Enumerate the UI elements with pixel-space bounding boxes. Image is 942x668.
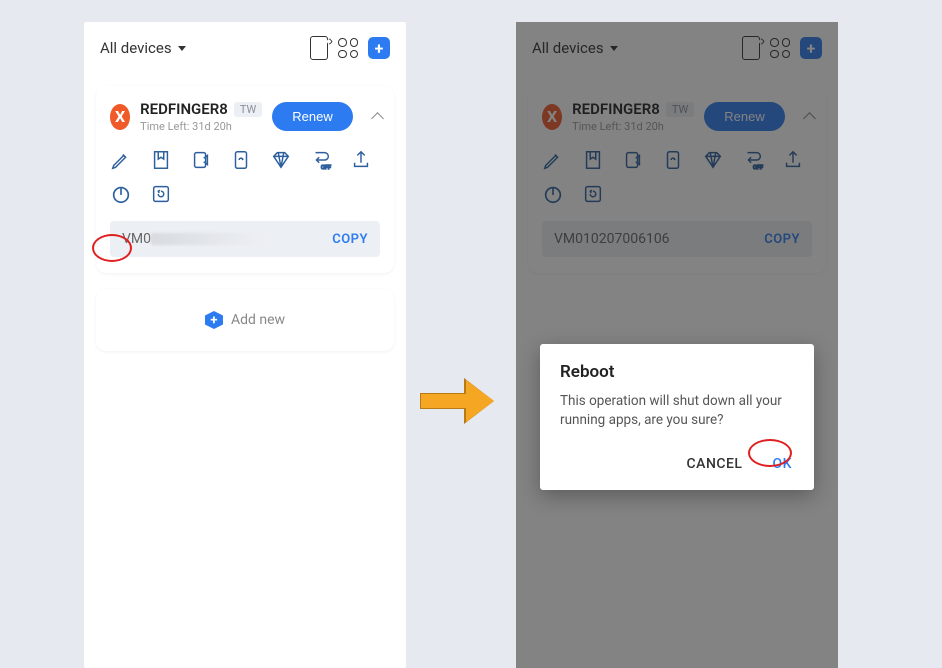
copy-button[interactable]: COPY [332,232,368,247]
vm-id-text: VM0 [122,231,261,247]
header-actions: + [742,36,822,60]
upload-app-icon[interactable] [622,149,644,171]
toolbar-row-1: OFF [542,149,812,171]
card-header: X REDFINGER8 TW Time Left: 31d 20h Renew [542,100,812,133]
vm-id-row: VM010207006106 COPY [542,221,812,257]
time-left-label: Time Left: 31d 20h [140,120,262,133]
reset-icon[interactable]: OFF [310,149,332,171]
caret-down-icon [178,46,186,51]
copy-button[interactable]: COPY [764,232,800,247]
phone-screen-left: All devices + X REDFINGER8 TW Time Left:… [84,22,406,668]
diamond-icon[interactable] [270,149,292,171]
restore-icon[interactable] [150,183,172,205]
upload-app-icon[interactable] [190,149,212,171]
header: All devices + [516,22,838,74]
cancel-button[interactable]: CANCEL [687,456,743,472]
region-badge: TW [234,102,262,117]
region-badge: TW [666,102,694,117]
device-avatar: X [542,104,562,130]
svg-text:OFF: OFF [321,165,331,171]
restore-icon[interactable] [582,183,604,205]
toolbar-row-2 [110,183,380,205]
add-new-label: Add new [231,312,285,328]
edit-icon[interactable] [542,149,564,171]
bookmark-icon[interactable] [582,149,604,171]
dialog-actions: CANCEL OK [560,452,794,476]
caret-down-icon [610,46,618,51]
refresh-device-icon[interactable] [230,149,252,171]
phone-rotate-icon[interactable] [742,36,760,60]
title-block: REDFINGER8 TW Time Left: 31d 20h [140,100,262,133]
device-dropdown[interactable]: All devices [532,39,618,57]
time-left-label: Time Left: 31d 20h [572,120,694,133]
vm-id-text: VM010207006106 [554,231,670,247]
masked-content [151,233,261,245]
power-icon[interactable] [110,183,132,205]
svg-text:OFF: OFF [753,165,763,171]
toolbar-row-2 [542,183,812,205]
device-dropdown[interactable]: All devices [100,39,186,57]
device-card: X REDFINGER8 TW Time Left: 31d 20h Renew… [528,86,826,273]
edit-icon[interactable] [110,149,132,171]
share-icon[interactable] [350,149,372,171]
add-button[interactable]: + [368,37,390,59]
dialog-message: This operation will shut down all your r… [560,392,794,430]
device-name: REDFINGER8 [572,100,660,118]
reboot-dialog: Reboot This operation will shut down all… [540,344,814,490]
diamond-icon[interactable] [702,149,724,171]
tutorial-arrow [420,380,500,420]
toolbar-row-1: OFF [110,149,380,171]
header: All devices + [84,22,406,74]
device-name: REDFINGER8 [140,100,228,118]
device-card: X REDFINGER8 TW Time Left: 31d 20h Renew… [96,86,394,273]
renew-button[interactable]: Renew [272,102,352,131]
grid-view-icon[interactable] [338,38,358,58]
share-icon[interactable] [782,149,804,171]
grid-view-icon[interactable] [770,38,790,58]
add-new-card[interactable]: + Add new [96,289,394,351]
refresh-device-icon[interactable] [662,149,684,171]
dialog-title: Reboot [560,362,794,382]
ok-button[interactable]: OK [771,452,795,476]
bookmark-icon[interactable] [150,149,172,171]
chevron-up-icon[interactable] [371,111,380,123]
dropdown-label: All devices [100,39,172,57]
add-new-icon: + [205,311,223,329]
add-button[interactable]: + [800,37,822,59]
dropdown-label: All devices [532,39,604,57]
chevron-up-icon[interactable] [803,111,812,123]
vm-id-row: VM0 COPY [110,221,380,257]
device-avatar: X [110,104,130,130]
title-block: REDFINGER8 TW Time Left: 31d 20h [572,100,694,133]
phone-rotate-icon[interactable] [310,36,328,60]
power-icon[interactable] [542,183,564,205]
renew-button[interactable]: Renew [704,102,784,131]
card-header: X REDFINGER8 TW Time Left: 31d 20h Renew [110,100,380,133]
phone-screen-right: All devices + X REDFINGER8 TW Time Left:… [516,22,838,668]
reset-icon[interactable]: OFF [742,149,764,171]
header-actions: + [310,36,390,60]
